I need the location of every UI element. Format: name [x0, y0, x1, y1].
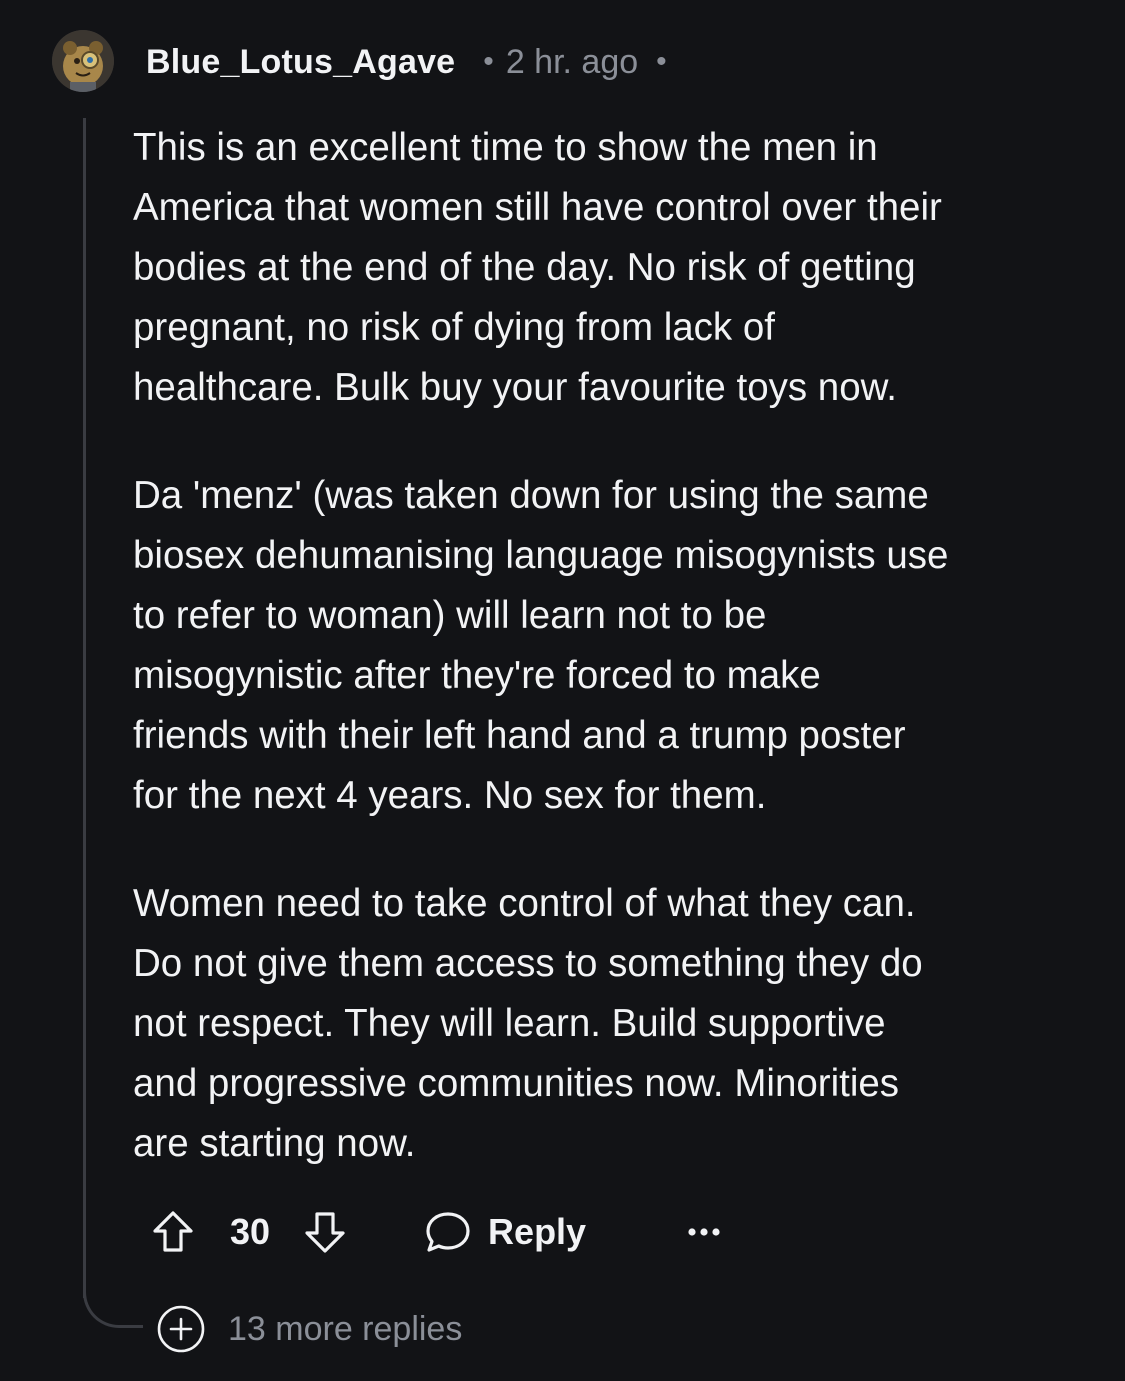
- more-replies-label: 13 more replies: [228, 1309, 463, 1348]
- comment-body: This is an excellent time to show the me…: [133, 118, 1093, 1222]
- plus-circle-icon: [157, 1305, 205, 1353]
- separator-dot: •: [483, 45, 494, 78]
- comment-paragraph: Da 'menz' (was taken down for using the …: [133, 474, 949, 817]
- vote-score: 30: [230, 1211, 271, 1252]
- comment: Blue_Lotus_Agave • 2 hr. ago • This is a…: [0, 0, 1125, 1381]
- avatar-icon: [52, 30, 114, 92]
- avatar[interactable]: [52, 30, 114, 92]
- separator-dot: •: [656, 45, 667, 78]
- thread-line[interactable]: [83, 118, 86, 1298]
- upvote-button[interactable]: [148, 1207, 198, 1257]
- more-replies-button[interactable]: 13 more replies: [156, 1304, 462, 1354]
- thread-line-curve: [83, 1278, 143, 1328]
- arrow-down-icon: [305, 1212, 345, 1253]
- more-options-button[interactable]: [684, 1212, 724, 1252]
- timestamp: 2 hr. ago: [505, 42, 639, 81]
- comment-paragraph: Women need to take control of what they …: [133, 882, 923, 1165]
- reply-button[interactable]: Reply: [424, 1209, 586, 1255]
- username[interactable]: Blue_Lotus_Agave: [146, 43, 455, 82]
- downvote-button[interactable]: [300, 1207, 350, 1257]
- comment-actions: 30 Reply: [148, 1202, 724, 1262]
- arrow-up-icon: [153, 1211, 193, 1252]
- comment-paragraph: This is an excellent time to show the me…: [133, 126, 942, 409]
- ellipsis-icon: [688, 1228, 720, 1236]
- comment-header: Blue_Lotus_Agave • 2 hr. ago •: [146, 38, 667, 86]
- speech-bubble-icon: [426, 1212, 470, 1252]
- reply-label: Reply: [488, 1211, 587, 1252]
